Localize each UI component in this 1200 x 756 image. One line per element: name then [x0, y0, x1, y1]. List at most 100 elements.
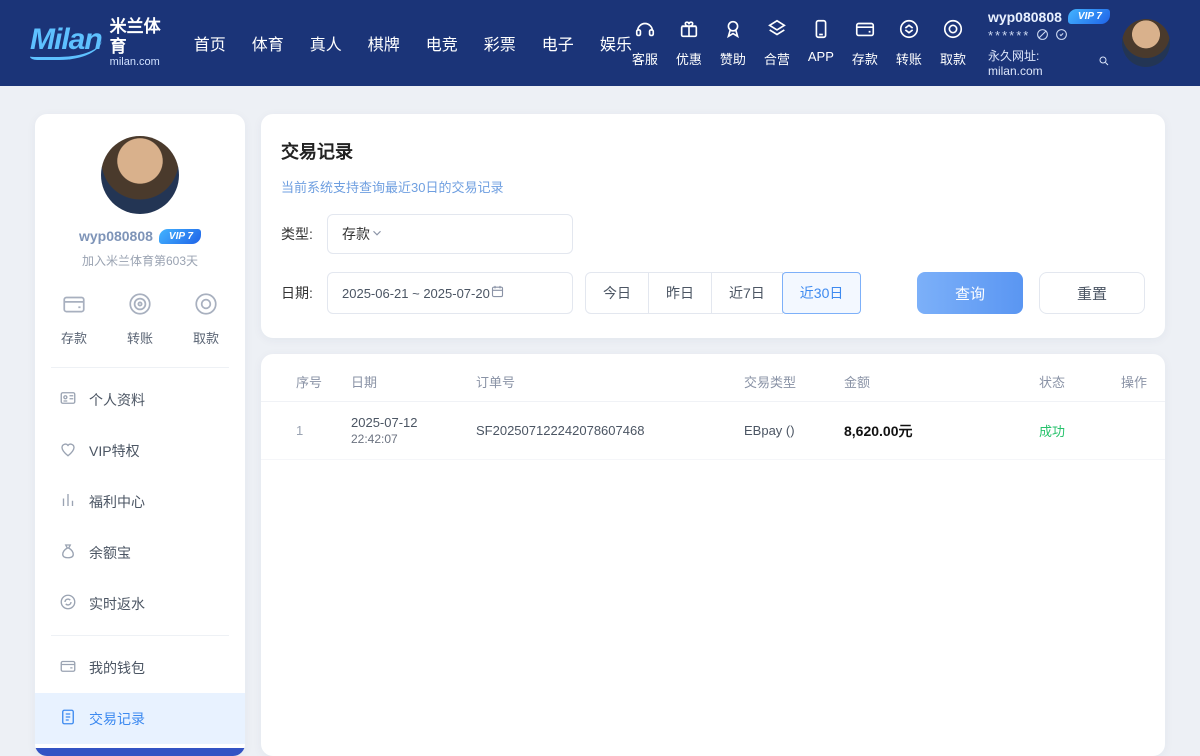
brand-logo-script: Milan [30, 25, 102, 60]
avatar[interactable] [1122, 19, 1170, 67]
sidebar-transfer-label: 转账 [127, 328, 153, 347]
type-select-value: 存款 [342, 224, 370, 244]
brand-domain: milan.com [110, 56, 168, 69]
col-header-index: 序号 [281, 372, 336, 391]
eye-icon[interactable] [1036, 28, 1049, 44]
nav-link-cards[interactable]: 棋牌 [368, 31, 400, 55]
promo-label: 优惠 [676, 49, 702, 68]
app-label: APP [808, 49, 834, 64]
nav-link-home[interactable]: 首页 [194, 31, 226, 55]
main-area: 交易记录 当前系统支持查询最近30日的交易记录 类型: 存款 日期: 2025-… [261, 114, 1165, 756]
nav-link-entertainment[interactable]: 娱乐 [600, 31, 632, 55]
app-button[interactable]: APP [808, 18, 834, 68]
sidebar-item-label: 实时返水 [89, 594, 145, 614]
id-card-icon [59, 389, 77, 410]
date-label: 日期: [281, 283, 327, 303]
sidebar: wyp080808 VIP 7 加入米兰体育第603天 存款 转账 取款 个人资… [35, 114, 245, 756]
refresh-icon[interactable] [1055, 28, 1068, 44]
masked-balance: ****** [988, 28, 1030, 43]
service-button[interactable]: 客服 [632, 18, 658, 68]
sidebar-item-label: VIP特权 [89, 441, 140, 461]
document-icon [59, 708, 77, 729]
search-icon[interactable] [1098, 55, 1110, 70]
quick-icon-bar: 客服 优惠 赞助 合营 APP 存款 转账 取款 [632, 18, 966, 68]
nav-link-sports[interactable]: 体育 [252, 31, 284, 55]
ticket-icon [766, 18, 788, 45]
wallet-icon [854, 18, 876, 45]
affiliate-button[interactable]: 合营 [764, 18, 790, 68]
sidebar-deposit-button[interactable]: 存款 [61, 291, 87, 347]
divider [51, 635, 229, 636]
withdraw-icon [942, 18, 964, 45]
divider [51, 367, 229, 368]
sidebar-item-vip[interactable]: VIP特权 [35, 425, 245, 476]
site-url-text: 永久网址: milan.com [988, 47, 1094, 78]
sidebar-vip-badge: VIP 7 [159, 229, 201, 244]
cell-amount: 8,620.00元 [829, 421, 1024, 441]
col-header-action: 操作 [1106, 372, 1165, 391]
transfer-icon [898, 18, 920, 45]
col-header-order: 订单号 [461, 372, 729, 391]
join-days-text: 加入米兰体育第603天 [35, 252, 245, 269]
cell-date-value: 2025-07-12 [351, 415, 461, 430]
sidebar-item-wallet[interactable]: 我的钱包 [35, 642, 245, 693]
wallet-icon [61, 291, 87, 322]
sidebar-item-yuebao[interactable]: 余额宝 [35, 527, 245, 578]
transfer-button[interactable]: 转账 [896, 18, 922, 68]
page-subtitle: 当前系统支持查询最近30日的交易记录 [281, 177, 1145, 196]
sidebar-withdraw-button[interactable]: 取款 [193, 291, 219, 347]
type-select[interactable]: 存款 [327, 214, 573, 254]
search-button[interactable]: 查询 [917, 272, 1023, 314]
sidebar-username: wyp080808 [79, 228, 153, 244]
date-range-input[interactable]: 2025-06-21 ~ 2025-07-20 [327, 272, 573, 314]
sidebar-item-label: 交易记录 [89, 709, 145, 729]
sidebar-item-welfare[interactable]: 福利中心 [35, 476, 245, 527]
service-label: 客服 [632, 49, 658, 68]
filter-card: 交易记录 当前系统支持查询最近30日的交易记录 类型: 存款 日期: 2025-… [261, 114, 1165, 338]
sidebar-menu: 个人资料 VIP特权 福利中心 余额宝 实时返水 我的钱包 [35, 374, 245, 744]
sidebar-deposit-label: 存款 [61, 328, 87, 347]
nav-link-live[interactable]: 真人 [310, 31, 342, 55]
page-title: 交易记录 [281, 138, 1145, 164]
range-today-button[interactable]: 今日 [585, 272, 649, 314]
cell-type: EBpay () [729, 423, 829, 438]
sponsor-button[interactable]: 赞助 [720, 18, 746, 68]
gift-icon [678, 18, 700, 45]
col-header-date: 日期 [336, 372, 461, 391]
range-7days-button[interactable]: 近7日 [711, 272, 783, 314]
cell-order-number: SF202507122242078607468 [461, 423, 729, 438]
calendar-icon [490, 284, 505, 302]
rebate-icon [59, 593, 77, 614]
transactions-table-card: 序号 日期 订单号 交易类型 金额 状态 操作 1 2025-07-12 22:… [261, 354, 1165, 756]
range-30days-button[interactable]: 近30日 [782, 272, 862, 314]
nav-link-slots[interactable]: 电子 [542, 31, 574, 55]
promo-button[interactable]: 优惠 [676, 18, 702, 68]
cell-index: 1 [281, 423, 336, 438]
sidebar-item-rebate[interactable]: 实时返水 [35, 578, 245, 629]
brand-logo[interactable]: Milan 米兰体育 milan.com [30, 17, 168, 69]
col-header-type: 交易类型 [729, 372, 829, 391]
affiliate-label: 合营 [764, 49, 790, 68]
nav-link-esports[interactable]: 电竞 [426, 31, 458, 55]
sidebar-item-transactions[interactable]: 交易记录 [35, 693, 245, 744]
sidebar-item-label: 福利中心 [89, 492, 145, 512]
wallet-icon [59, 657, 77, 678]
main-nav: 首页 体育 真人 棋牌 电竞 彩票 电子 娱乐 [194, 31, 632, 55]
sidebar-item-label: 余额宝 [89, 543, 131, 563]
sidebar-avatar[interactable] [101, 136, 179, 214]
target-icon [193, 291, 219, 322]
withdraw-button[interactable]: 取款 [940, 18, 966, 68]
deposit-button[interactable]: 存款 [852, 18, 878, 68]
medal-icon [722, 18, 744, 45]
date-range-value: 2025-06-21 ~ 2025-07-20 [342, 286, 490, 301]
nav-link-lottery[interactable]: 彩票 [484, 31, 516, 55]
transfer-icon [127, 291, 153, 322]
sidebar-item-profile[interactable]: 个人资料 [35, 374, 245, 425]
range-yesterday-button[interactable]: 昨日 [648, 272, 712, 314]
sidebar-item-label: 个人资料 [89, 390, 145, 410]
gem-icon [59, 440, 77, 461]
chevron-down-icon [370, 226, 384, 243]
sidebar-transfer-button[interactable]: 转账 [127, 291, 153, 347]
reset-button[interactable]: 重置 [1039, 272, 1145, 314]
col-header-status: 状态 [1024, 372, 1106, 391]
